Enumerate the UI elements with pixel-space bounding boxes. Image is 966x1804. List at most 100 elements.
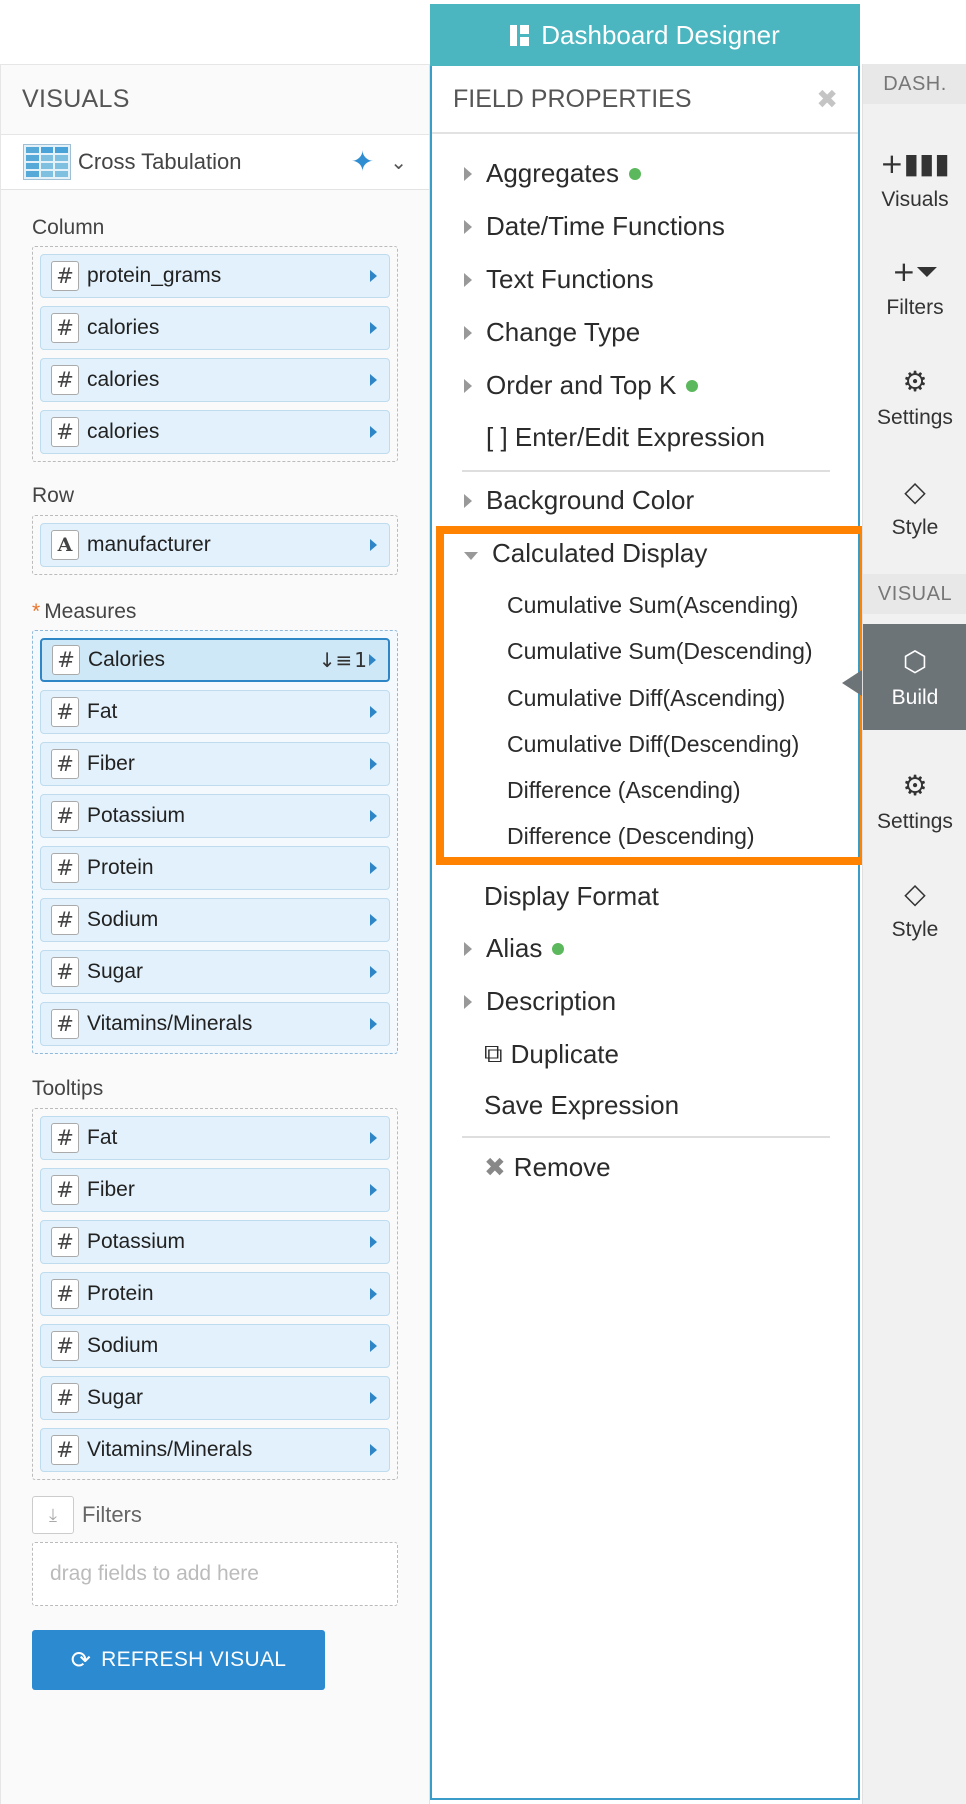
field-pill[interactable]: # Protein xyxy=(40,846,390,890)
visuals-panel-title: VISUALS xyxy=(1,65,429,135)
field-pill[interactable]: # Sugar xyxy=(40,950,390,994)
field-name: Sugar xyxy=(87,960,144,983)
duplicate-icon: ⧉ xyxy=(484,1038,503,1068)
rail-visual-settings-button[interactable]: ⚙ Settings xyxy=(863,748,966,854)
menu-datetime-functions[interactable]: Date/Time Functions xyxy=(464,211,725,242)
field-pill[interactable]: # Potassium xyxy=(40,1220,390,1264)
pill-menu-arrow-icon[interactable] xyxy=(370,758,377,770)
field-pill[interactable]: # Vitamins/Minerals xyxy=(40,1002,390,1046)
field-pill[interactable]: # Sugar xyxy=(40,1376,390,1420)
filters-drop-zone[interactable]: drag fields to add here xyxy=(32,1542,398,1606)
pill-menu-arrow-icon[interactable] xyxy=(370,374,377,386)
pill-menu-arrow-icon[interactable] xyxy=(370,1018,377,1030)
field-name: Protein xyxy=(87,856,154,879)
pill-menu-arrow-icon[interactable] xyxy=(370,270,377,282)
visual-type-selector[interactable]: Cross Tabulation ✦ ⌄ xyxy=(1,135,429,190)
menu-divider xyxy=(462,470,830,472)
dashboard-designer-tab[interactable]: Dashboard Designer xyxy=(430,4,860,66)
field-name: Potassium xyxy=(87,804,186,827)
pill-menu-arrow-icon[interactable] xyxy=(370,1392,377,1404)
add-filter-icon: +⏷ xyxy=(892,255,938,288)
menu-save-expression[interactable]: Save Expression xyxy=(484,1090,679,1121)
field-pill[interactable]: # Sodium xyxy=(40,898,390,942)
field-pill[interactable]: # Fat xyxy=(40,690,390,734)
field-name: calories xyxy=(87,316,160,339)
numeric-type-icon: # xyxy=(51,365,79,395)
menu-text-functions[interactable]: Text Functions xyxy=(464,264,654,295)
pill-menu-arrow-icon[interactable] xyxy=(370,426,377,438)
numeric-type-icon: # xyxy=(51,1175,79,1205)
pill-menu-arrow-icon[interactable] xyxy=(370,1132,377,1144)
row-shelf[interactable]: Amanufacturer xyxy=(32,515,398,575)
rail-visual-style-button[interactable]: ◇ Style xyxy=(863,856,966,962)
menu-remove[interactable]: ✖ Remove xyxy=(484,1152,611,1183)
menu-enter-edit-expression[interactable]: [ ] Enter/Edit Expression xyxy=(486,422,765,453)
pill-menu-arrow-icon[interactable] xyxy=(370,1444,377,1456)
field-name: manufacturer xyxy=(87,533,211,556)
dashboard-icon xyxy=(510,24,530,46)
numeric-type-icon: # xyxy=(51,853,79,883)
rail-settings-button[interactable]: ⚙ Settings xyxy=(863,344,966,450)
download-icon[interactable]: ⤓ xyxy=(32,1496,74,1534)
field-properties-title: FIELD PROPERTIES xyxy=(453,84,692,113)
rail-filters-button[interactable]: +⏷ Filters xyxy=(863,234,966,340)
sparkle-icon[interactable]: ✦ xyxy=(351,148,374,176)
pill-menu-arrow-icon[interactable] xyxy=(370,862,377,874)
field-pill[interactable]: # Potassium xyxy=(40,794,390,838)
pill-menu-arrow-icon[interactable] xyxy=(370,706,377,718)
sort-descending-icon[interactable]: ↓≡ xyxy=(319,648,353,672)
pill-menu-arrow-icon[interactable] xyxy=(370,322,377,334)
measures-shelf[interactable]: # Calories ↓≡ 1 # Fat # Fiber # Potassium # Protein… xyxy=(32,630,398,1054)
field-pill[interactable]: Amanufacturer xyxy=(40,523,390,567)
field-pill[interactable]: # protein_grams xyxy=(40,254,390,298)
refresh-visual-button[interactable]: ⟳ REFRESH VISUAL xyxy=(32,1630,325,1690)
field-name: Sodium xyxy=(87,1334,159,1357)
rail-visuals-button[interactable]: +▮▮▮ Visuals xyxy=(863,126,966,232)
pill-menu-arrow-icon[interactable] xyxy=(369,654,376,666)
menu-alias[interactable]: Alias xyxy=(464,933,565,964)
field-name: Fiber xyxy=(87,752,135,775)
pill-menu-arrow-icon[interactable] xyxy=(370,539,377,551)
numeric-type-icon: # xyxy=(51,957,79,987)
menu-order-top-k[interactable]: Order and Top K xyxy=(464,370,699,401)
field-pill[interactable]: # calories xyxy=(40,410,390,454)
menu-duplicate[interactable]: ⧉ Duplicate xyxy=(484,1038,619,1070)
pill-menu-arrow-icon[interactable] xyxy=(370,1288,377,1300)
field-pill[interactable]: # Fiber xyxy=(40,1168,390,1212)
field-pill[interactable]: # Vitamins/Minerals xyxy=(40,1428,390,1472)
designer-title: Dashboard Designer xyxy=(541,19,780,50)
field-pill[interactable]: # calories xyxy=(40,358,390,402)
rail-build-button[interactable]: ⬡ Build xyxy=(863,624,966,730)
field-pill[interactable]: # Fiber xyxy=(40,742,390,786)
menu-background-color[interactable]: Background Color xyxy=(464,485,694,516)
field-pill[interactable]: # Protein xyxy=(40,1272,390,1316)
tooltips-shelf[interactable]: # Fat # Fiber # Potassium # Protein # Sodium # Suga… xyxy=(32,1108,398,1480)
numeric-type-icon: # xyxy=(51,1123,79,1153)
tooltips-shelf-label: Tooltips xyxy=(32,1077,104,1100)
close-icon[interactable]: ✖ xyxy=(816,84,838,115)
rail-style-button[interactable]: ◇ Style xyxy=(863,454,966,560)
numeric-type-icon: # xyxy=(51,1383,79,1413)
right-rail: DASH. +▮▮▮ Visuals +⏷ Filters ⚙ Settings ◇ S… xyxy=(862,64,966,1804)
chevron-down-icon[interactable]: ⌄ xyxy=(390,150,407,175)
field-pill[interactable]: # Fat xyxy=(40,1116,390,1160)
pill-menu-arrow-icon[interactable] xyxy=(370,1184,377,1196)
field-name: Fat xyxy=(87,1126,118,1149)
field-name: calories xyxy=(87,368,160,391)
active-pointer xyxy=(842,670,862,696)
field-name: Fiber xyxy=(87,1178,135,1201)
field-pill[interactable]: # Sodium xyxy=(40,1324,390,1368)
menu-change-type[interactable]: Change Type xyxy=(464,317,640,348)
pill-menu-arrow-icon[interactable] xyxy=(370,914,377,926)
menu-description[interactable]: Description xyxy=(464,986,616,1017)
column-shelf[interactable]: # protein_grams # calories # calories # calorie… xyxy=(32,246,398,462)
field-pill[interactable]: # Calories ↓≡ 1 xyxy=(40,638,390,682)
pill-menu-arrow-icon[interactable] xyxy=(370,810,377,822)
pill-menu-arrow-icon[interactable] xyxy=(370,1340,377,1352)
caret-right-icon xyxy=(464,166,472,181)
menu-aggregates[interactable]: Aggregates xyxy=(464,158,641,189)
field-pill[interactable]: # calories xyxy=(40,306,390,350)
pill-menu-arrow-icon[interactable] xyxy=(370,1236,377,1248)
pill-menu-arrow-icon[interactable] xyxy=(370,966,377,978)
menu-display-format[interactable]: Display Format xyxy=(484,881,659,912)
